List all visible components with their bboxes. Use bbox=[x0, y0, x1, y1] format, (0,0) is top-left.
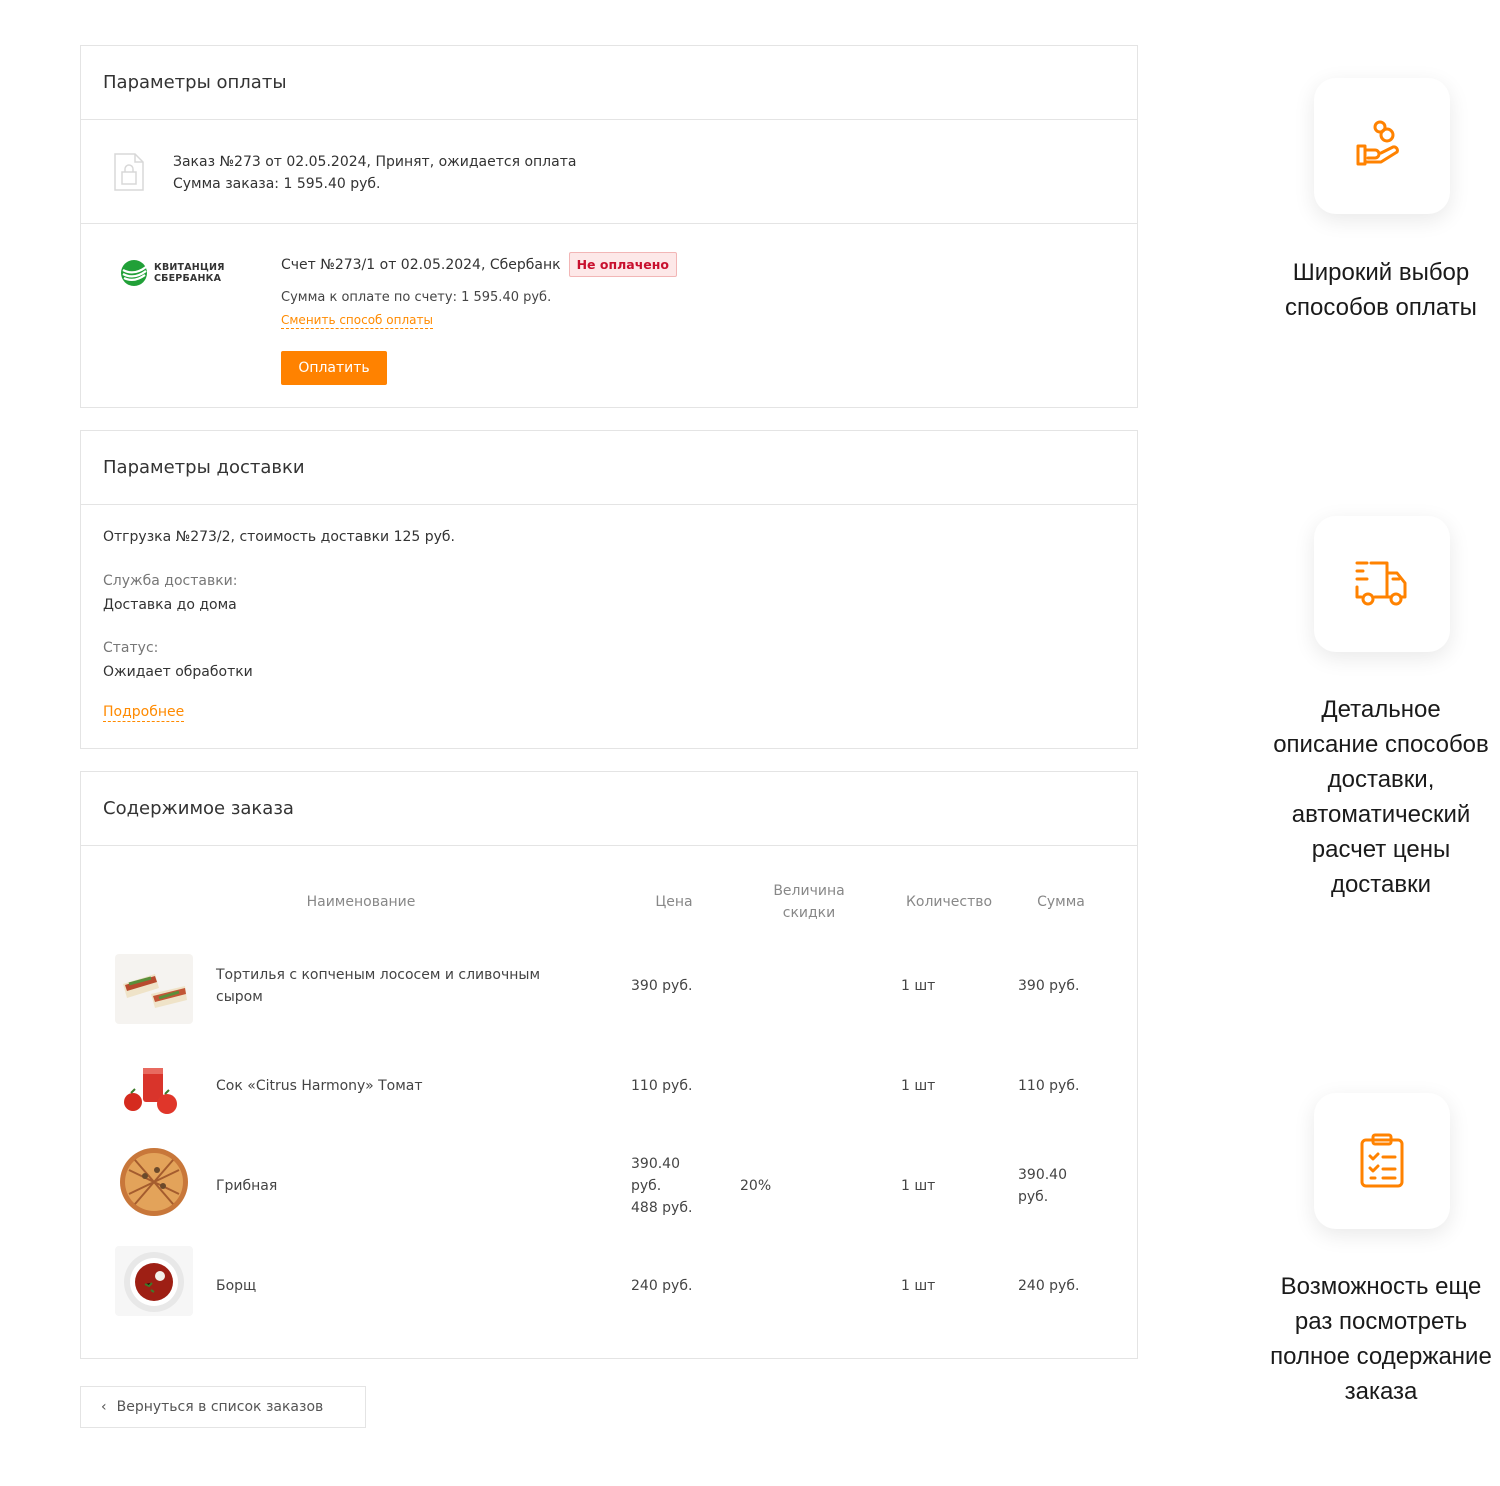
delivery-feature-text: Детальное описание способов доставки, ав… bbox=[1273, 696, 1489, 898]
header-name: Наименование bbox=[306, 894, 416, 910]
product-price: 240 руб. bbox=[631, 1278, 693, 1294]
header-sum: Сумма bbox=[1037, 894, 1085, 910]
delivery-truck-icon bbox=[1355, 561, 1407, 606]
product-image bbox=[115, 954, 193, 1024]
delivery-feature-card bbox=[1314, 516, 1450, 652]
header-quantity: Количество bbox=[905, 894, 993, 910]
payment-title: Параметры оплаты bbox=[81, 46, 1137, 120]
hand-coins-icon bbox=[1356, 120, 1399, 166]
product-quantity: 1 шт bbox=[901, 978, 936, 994]
change-payment-method-link[interactable]: Сменить способ оплаты bbox=[281, 312, 433, 329]
order-content-feature-text: Возможность еще раз посмотреть полное со… bbox=[1270, 1273, 1492, 1405]
product-sum: 110 руб. bbox=[1018, 1078, 1080, 1094]
delivery-title: Параметры доставки bbox=[81, 431, 1137, 505]
payment-feature-text: Широкий выбор способов оплаты bbox=[1285, 259, 1477, 321]
product-price: 390 руб. bbox=[631, 978, 693, 994]
product-sum: 390 руб. bbox=[1018, 978, 1080, 994]
product-image bbox=[115, 1054, 193, 1124]
product-discount: 20% bbox=[740, 1178, 772, 1194]
product-image bbox=[115, 1246, 193, 1316]
product-name: Тортилья с копченым лососем и сливочным bbox=[216, 967, 541, 983]
delivery-service-value: Доставка до дома bbox=[103, 597, 237, 613]
logo-text-line1: КВИТАНЦИЯ bbox=[154, 262, 225, 273]
sberbank-icon bbox=[121, 260, 147, 286]
sberbank-receipt-logo: КВИТАНЦИЯ СБЕРБАНКА bbox=[119, 258, 225, 288]
logo-text-line2: СБЕРБАНКА bbox=[154, 273, 222, 284]
delivery-status-value: Ожидает обработки bbox=[103, 664, 253, 680]
back-to-orders-button[interactable]: ‹ Вернуться в список заказов bbox=[80, 1386, 366, 1428]
order-content-feature-card bbox=[1314, 1093, 1450, 1229]
product-sum: 240 руб. bbox=[1018, 1278, 1080, 1294]
product-name: Борщ bbox=[216, 1278, 257, 1294]
table-row: Борщ 240 руб. 1 шт 240 руб. bbox=[81, 1244, 1137, 1334]
clipboard-list-icon bbox=[1360, 1133, 1404, 1188]
payment-feature-card bbox=[1314, 78, 1450, 214]
product-quantity: 1 шт bbox=[901, 1278, 936, 1294]
chevron-left-icon: ‹ bbox=[101, 1399, 107, 1415]
product-sum: 390.40 руб. bbox=[1018, 1167, 1067, 1205]
table-row: Грибная 390.40 руб. 488 руб. 20% 1 шт 39… bbox=[81, 1144, 1137, 1234]
delivery-panel: Параметры доставки Отгрузка №273/2, стои… bbox=[80, 430, 1138, 749]
header-price: Цена bbox=[655, 894, 693, 910]
table-row: Сок «Citrus Harmony» Томат 110 руб. 1 шт… bbox=[81, 1044, 1137, 1134]
product-price: 390.40 руб. 488 руб. bbox=[631, 1153, 692, 1219]
table-row: Тортилья с копченым лососем и сливочным … bbox=[81, 944, 1137, 1034]
order-content-title: Содержимое заказа bbox=[81, 772, 1137, 846]
bill-sum: Сумма к оплате по счету: 1 595.40 руб. bbox=[281, 290, 552, 305]
product-name: Сок «Citrus Harmony» Томат bbox=[216, 1078, 423, 1094]
order-total: Сумма заказа: 1 595.40 руб. bbox=[173, 176, 381, 192]
bill-title: Счет №273/1 от 02.05.2024, Сбербанк bbox=[281, 256, 561, 273]
order-summary: Заказ №273 от 02.05.2024, Принят, ожидае… bbox=[81, 120, 1137, 224]
product-quantity: 1 шт bbox=[901, 1078, 936, 1094]
payment-panel: Параметры оплаты Заказ №273 от 02.05.202… bbox=[80, 45, 1138, 408]
old-price: 488 руб. bbox=[631, 1200, 693, 1216]
document-icon bbox=[114, 153, 144, 191]
product-price: 110 руб. bbox=[631, 1078, 693, 1094]
product-image bbox=[115, 1146, 193, 1216]
order-info: Заказ №273 от 02.05.2024, Принят, ожидае… bbox=[173, 154, 577, 170]
product-quantity: 1 шт bbox=[901, 1178, 936, 1194]
pay-button[interactable]: Оплатить bbox=[281, 351, 387, 385]
delivery-status-label: Статус: bbox=[103, 640, 159, 656]
more-details-link[interactable]: Подробнее bbox=[103, 703, 185, 722]
header-discount: Величина скидки bbox=[773, 883, 845, 921]
status-badge: Не оплачено bbox=[568, 252, 677, 277]
product-name: Грибная bbox=[216, 1178, 278, 1194]
bill-section: КВИТАНЦИЯ СБЕРБАНКА Счет №273/1 от 02.05… bbox=[81, 224, 1137, 407]
back-button-label: Вернуться в список заказов bbox=[116, 1399, 324, 1415]
order-content-panel: Содержимое заказа Наименование Цена Вели… bbox=[80, 771, 1138, 1359]
shipment-info: Отгрузка №273/2, стоимость доставки 125 … bbox=[103, 529, 455, 545]
delivery-service-label: Служба доставки: bbox=[103, 573, 238, 589]
